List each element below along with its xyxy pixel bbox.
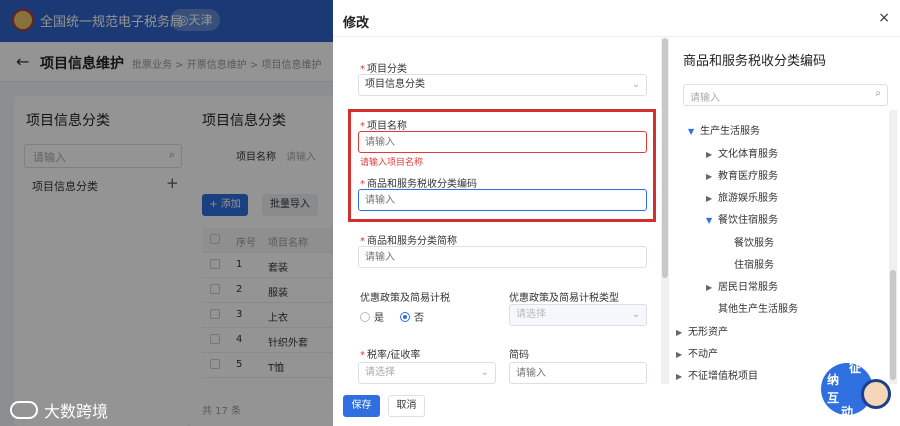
policy-type-label: 优惠政策及简易计税类型 <box>509 293 619 304</box>
short-code-input[interactable] <box>509 362 647 384</box>
caret-right-icon[interactable]: ▶ <box>706 194 718 203</box>
tree-node[interactable]: ▶ 无形资产 <box>676 323 728 338</box>
tree-title: 商品和服务税收分类编码 <box>683 54 827 69</box>
mascot-text: 纳 <box>827 373 840 387</box>
caret-right-icon[interactable]: ▶ <box>676 372 688 381</box>
category-label: * 项目分类 <box>360 64 407 75</box>
mascot-text: 动 <box>841 405 854 419</box>
chevron-down-icon: ⌄ <box>631 79 640 90</box>
search-icon[interactable]: ⌕ <box>875 88 881 99</box>
dialog-divider <box>333 36 900 37</box>
policy-label: 优惠政策及简易计税 <box>360 293 450 304</box>
tree-node[interactable]: ▶ 不动产 <box>676 345 718 360</box>
caret-down-icon[interactable]: ▼ <box>706 216 718 225</box>
caret-right-icon[interactable]: ▶ <box>676 328 688 337</box>
mascot-text: 互 <box>827 391 840 405</box>
policy-type-select: 请选择 ⌄ <box>509 304 647 326</box>
caret-right-icon[interactable]: ▶ <box>706 150 718 159</box>
tax-short-label: * 商品和服务分类简称 <box>360 236 457 247</box>
tree-node[interactable]: ▶ 文化体育服务 <box>706 145 778 160</box>
caret-right-icon[interactable]: ▶ <box>706 283 718 292</box>
policy-radio-yes[interactable]: 是 <box>360 309 384 324</box>
mascot-avatar-icon <box>861 379 891 409</box>
mascot-text: 征 <box>849 361 862 375</box>
tree-node[interactable]: ▶ 不征增值税项目 <box>676 367 758 382</box>
watermark: 大数跨境 <box>10 398 108 422</box>
watermark-text: 大数跨境 <box>44 402 109 421</box>
radio-label: 是 <box>374 313 384 324</box>
tree-node[interactable]: ▼ 餐饮住宿服务 <box>706 211 778 226</box>
tree-search-placeholder: 请输入 <box>690 93 720 104</box>
caret-right-icon[interactable]: ▶ <box>676 350 688 359</box>
policy-type-placeholder: 请选择 <box>516 309 546 320</box>
category-select[interactable]: 项目信息分类 ⌄ <box>358 74 647 96</box>
form-scrollbar[interactable] <box>661 38 669 384</box>
save-button[interactable]: 保存 <box>343 395 380 417</box>
tax-rate-placeholder: 请选择 <box>365 367 395 378</box>
tree-search-input[interactable]: 请输入 ⌕ <box>683 84 888 106</box>
category-select-value: 项目信息分类 <box>365 79 425 90</box>
tax-rate-select[interactable]: 请选择 ⌄ <box>358 362 496 384</box>
policy-radio-no[interactable]: 否 <box>400 309 424 324</box>
tree-node[interactable]: ▼ 生产生活服务 <box>688 122 760 137</box>
tree-leaf[interactable]: 餐饮服务 <box>734 234 774 249</box>
help-mascot[interactable]: 征 纳 互 动 <box>821 357 891 423</box>
highlight-box <box>348 109 656 222</box>
tree-node[interactable]: ▶ 旅游娱乐服务 <box>706 189 778 204</box>
tree-leaf[interactable]: 其他生产生活服务 <box>718 300 798 315</box>
caret-down-icon[interactable]: ▼ <box>688 127 700 136</box>
tree-scrollbar[interactable] <box>889 110 897 384</box>
tree-leaf[interactable]: 住宿服务 <box>734 256 774 271</box>
radio-label: 否 <box>414 313 424 324</box>
radio-circle <box>400 311 410 322</box>
dialog-title: 修改 <box>343 16 370 31</box>
caret-right-icon[interactable]: ▶ <box>706 172 718 181</box>
chevron-down-icon: ⌄ <box>631 309 640 320</box>
tax-rate-label: * 税率/征收率 <box>360 350 421 361</box>
cancel-button[interactable]: 取消 <box>388 395 425 417</box>
tree-node[interactable]: ▶ 居民日常服务 <box>706 278 778 293</box>
short-code-label: 简码 <box>509 350 529 361</box>
radio-circle <box>360 311 370 322</box>
form-scrollbar-thumb[interactable] <box>662 38 668 278</box>
chevron-down-icon: ⌄ <box>480 367 489 378</box>
watermark-logo-icon <box>10 401 38 419</box>
tree-node[interactable]: ▶ 教育医疗服务 <box>706 167 778 182</box>
close-icon[interactable]: × <box>878 10 890 26</box>
tax-short-input[interactable] <box>358 246 647 268</box>
